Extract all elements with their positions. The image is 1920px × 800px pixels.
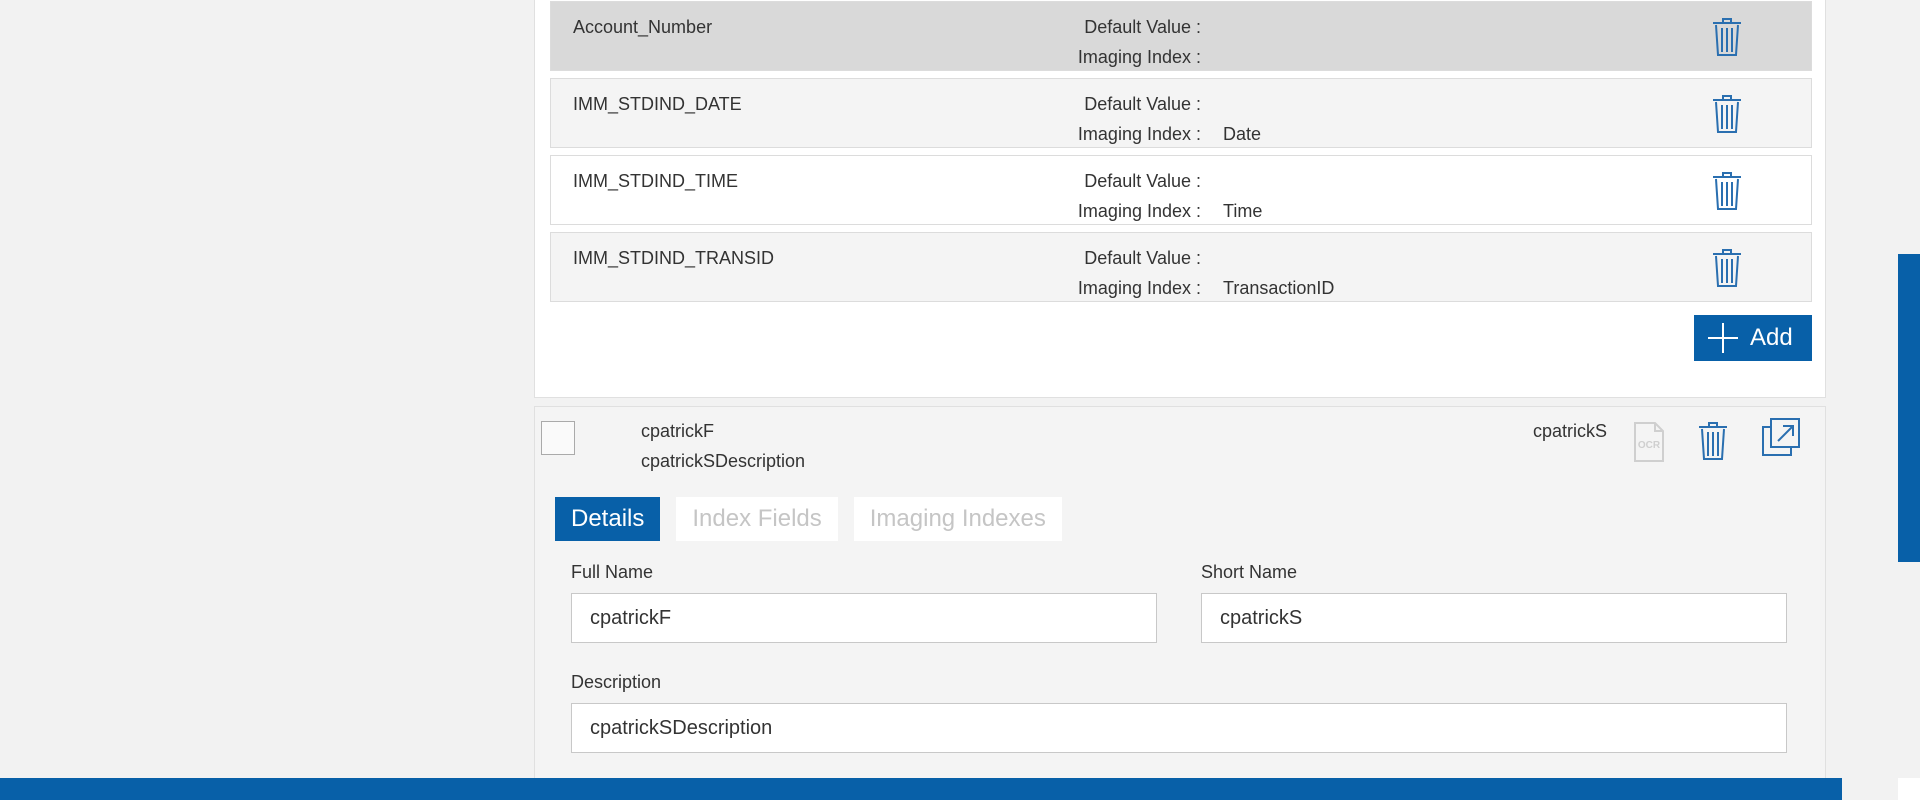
imaging-index-label: Imaging Index :: [1077, 278, 1201, 298]
svg-text:OCR: OCR: [1638, 440, 1661, 451]
index-field-name: IMM_STDIND_TRANSID: [573, 248, 775, 268]
trash-icon[interactable]: [1711, 171, 1743, 211]
scrollbar-thumb[interactable]: [1898, 254, 1920, 562]
imaging-index-value: Time: [1223, 201, 1263, 221]
full-name-field[interactable]: cpatrickF: [571, 593, 1157, 643]
trash-icon[interactable]: [1711, 17, 1743, 57]
popout-icon[interactable]: [1761, 417, 1801, 457]
document-short-name: cpatrickS: [1533, 421, 1608, 441]
full-name-label: Full Name: [571, 562, 654, 582]
plus-icon: [1708, 323, 1738, 353]
imaging-index-label: Imaging Index :: [1077, 124, 1201, 144]
add-button-label: Add: [1750, 324, 1793, 351]
index-field-row: IMM_STDIND_DATE Default Value : Imaging …: [550, 78, 1812, 148]
default-value-label: Default Value :: [1084, 248, 1201, 268]
tab-index-fields[interactable]: Index Fields: [676, 497, 838, 541]
description-label: Description: [571, 672, 662, 692]
index-field-row: Account_Number Default Value : Imaging I…: [550, 1, 1812, 71]
document-full-name: cpatrickF: [641, 421, 715, 441]
index-field-row: IMM_STDIND_TRANSID Default Value : Imagi…: [550, 232, 1812, 302]
index-field-name: IMM_STDIND_DATE: [573, 94, 742, 114]
description-field[interactable]: cpatrickSDescription: [571, 703, 1787, 753]
trash-icon[interactable]: [1711, 94, 1743, 134]
imaging-index-label: Imaging Index :: [1077, 47, 1201, 67]
imaging-index-value: TransactionID: [1223, 278, 1335, 298]
document-type-panel: cpatrickF cpatrickSDescription cpatrickS…: [534, 406, 1826, 800]
trash-icon[interactable]: [1711, 248, 1743, 288]
add-index-field-button[interactable]: Add: [1694, 315, 1812, 361]
default-value-label: Default Value :: [1084, 17, 1201, 37]
tab-details[interactable]: Details: [555, 497, 661, 541]
index-field-name: Account_Number: [573, 17, 713, 37]
index-field-name: IMM_STDIND_TIME: [573, 171, 739, 191]
ocr-icon[interactable]: OCR: [1633, 421, 1665, 463]
document-tabs: Details Index Fields Imaging Indexes: [555, 497, 1062, 541]
imaging-index-label: Imaging Index :: [1077, 201, 1201, 221]
index-fields-panel: Account_Number Default Value : Imaging I…: [534, 0, 1826, 398]
footer-bar: [0, 778, 1842, 800]
short-name-field[interactable]: cpatrickS: [1201, 593, 1787, 643]
tab-imaging-indexes[interactable]: Imaging Indexes: [853, 497, 1062, 541]
corner-block: [1898, 778, 1920, 800]
imaging-index-value: Date: [1223, 124, 1262, 144]
short-name-label: Short Name: [1201, 562, 1298, 582]
select-checkbox[interactable]: [541, 421, 575, 455]
default-value-label: Default Value :: [1084, 94, 1201, 114]
index-field-row: IMM_STDIND_TIME Default Value : Imaging …: [550, 155, 1812, 225]
default-value-label: Default Value :: [1084, 171, 1201, 191]
trash-icon[interactable]: [1697, 421, 1729, 461]
document-description: cpatrickSDescription: [641, 451, 806, 471]
